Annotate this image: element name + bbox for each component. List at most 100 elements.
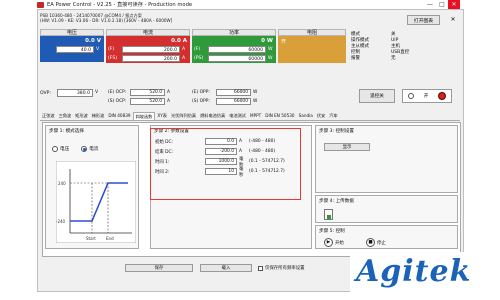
time1-input[interactable]: 1000.0 (205, 158, 237, 165)
close-device-icon[interactable]: ✕ (449, 16, 457, 24)
save-all-freq-checkbox[interactable]: 仅保存所有频率设置 (258, 265, 305, 271)
ovp-unit: V (95, 90, 99, 95)
tab-fuel-cell[interactable]: 燃料电池仿真 (198, 112, 227, 120)
remote-off-button[interactable]: 遥控关 (359, 89, 395, 103)
voltage-actual-unit: V (96, 37, 101, 44)
tab-battery-test[interactable]: 电池测试 (227, 112, 248, 120)
current-header: 电流 (106, 29, 190, 36)
param-row-start-dc: 初始 DC: 0.0 A (-480 - 480) (155, 138, 287, 145)
tab-sine[interactable]: 正弦波 (40, 112, 57, 120)
tab-sandia[interactable]: Sandia (297, 112, 315, 120)
checkbox-icon[interactable] (258, 265, 263, 271)
minimize-button[interactable]: — (424, 0, 436, 9)
start-control[interactable]: ▶ 开始 (324, 238, 344, 247)
power-sink-unit: W (268, 56, 273, 61)
load-button[interactable]: 载入 (200, 264, 252, 272)
power-source-input[interactable]: 60000 (208, 46, 266, 53)
param-row-time1: 时间 1: 1000.0 毫秒 (0.1 - 574712.7) (155, 157, 287, 168)
s-opp-unit: W (253, 99, 258, 104)
param-range: (-480 - 480) (249, 149, 276, 154)
start-dc-input[interactable]: 0.0 (205, 138, 237, 145)
stop-label: 停止 (377, 240, 386, 246)
power-sink-row: (PS) 60000 W (192, 54, 276, 63)
radio-selected-icon[interactable] (81, 146, 88, 152)
parameter-highlight-box: 初始 DC: 0.0 A (-480 - 480) 结束 DC: -200.0 … (150, 128, 301, 200)
power-actual-value: 0 (261, 37, 265, 44)
current-sink-row: (FS) 200.0 A (106, 54, 190, 63)
current-actual-unit: A (182, 37, 187, 44)
upload-file-icon[interactable] (324, 209, 333, 220)
output-toggle[interactable]: 开 (402, 89, 452, 103)
close-window-button[interactable]: ✕ (448, 0, 460, 9)
play-icon[interactable]: ▶ (324, 238, 333, 247)
voltage-mode-radio[interactable]: 电压 (52, 146, 69, 152)
resistance-header: 电阻 (278, 29, 346, 36)
stop-control[interactable]: ■ 停止 (366, 238, 386, 247)
param-label: 时间 2: (155, 169, 170, 175)
current-actual: 0.0 A (106, 36, 190, 45)
voltage-set-row: 40.0 V (40, 45, 104, 54)
power-sink-input[interactable]: 60000 (208, 55, 266, 62)
s-opp-label: (S) OPP: (192, 99, 210, 104)
power-actual-unit: W (266, 37, 273, 44)
param-range: (0.1 - 574712.7) (249, 169, 285, 174)
voltage-meter: 电压 0.0 V 40.0 V (40, 29, 104, 62)
save-button[interactable]: 保存 (125, 264, 193, 272)
step5-panel: 步骤 5: 控制 ▶ 开始 ■ 停止 (315, 225, 458, 249)
output-status-icon (438, 92, 447, 100)
step4-title: 步骤 4: 上传数据 (319, 199, 354, 204)
s-opp-input[interactable]: 66000 (216, 98, 251, 105)
e-opp-label: (E) OPP: (192, 90, 210, 95)
ovp-input[interactable]: 380.0 (57, 89, 93, 97)
tab-pv-simulation[interactable]: 光伏阵列仿真 (169, 112, 198, 120)
tab-trapezoid[interactable]: 梯形波 (90, 112, 107, 120)
stop-icon[interactable]: ■ (366, 238, 375, 247)
diagram-ymax-label: 240 (58, 181, 66, 186)
output-off-radio-icon[interactable] (407, 93, 414, 99)
show-button[interactable]: 显示 (324, 143, 370, 151)
param-row-end-dc: 结束 DC: -200.0 A (-480 - 480) (155, 148, 287, 155)
output-on-label: 开 (423, 94, 429, 99)
power-sink-label: (PS) (194, 56, 204, 61)
voltage-set-unit: V (96, 47, 100, 52)
radio-icon[interactable] (52, 146, 58, 152)
voltage-set-input[interactable]: 40.0 (56, 46, 94, 53)
tab-din-40839[interactable]: DIN 40839 (106, 112, 132, 120)
resistance-meter: 电阻 开 (278, 29, 346, 63)
param-label: 初始 DC: (155, 139, 174, 145)
tab-iv[interactable]: 伏安 (315, 112, 327, 120)
e-ocp-unit: A (167, 90, 171, 95)
e-opp-input[interactable]: 66000 (216, 89, 251, 96)
step3-title: 步骤 3: 控制设置 (319, 129, 354, 134)
voltage-actual: 0.0 V (40, 36, 104, 45)
current-source-input[interactable]: 200.0 (122, 46, 180, 53)
e-ocp-input[interactable]: 520.0 (130, 89, 165, 96)
param-label: 结束 DC: (155, 149, 174, 155)
tab-rectangle[interactable]: 矩形波 (73, 112, 90, 120)
maximize-button[interactable]: □ (436, 0, 448, 9)
tab-din-en-50530[interactable]: DIN EN 50530 (263, 112, 296, 120)
resistance-value[interactable]: 开 (278, 36, 346, 63)
end-dc-input[interactable]: -200.0 (205, 148, 237, 155)
tab-xy-table[interactable]: XY表 (155, 112, 169, 120)
tab-triangle[interactable]: 三角波 (57, 112, 74, 120)
current-mode-radio[interactable]: 电流 (81, 146, 98, 152)
tab-automotive[interactable]: 汽车 (327, 112, 339, 120)
s-ocp-input[interactable]: 520.0 (130, 98, 165, 105)
ovp-label: OVP: (40, 91, 51, 96)
open-monitor-button[interactable]: 打开图表 (407, 15, 440, 25)
current-sink-unit: A (182, 56, 186, 61)
time2-input[interactable]: 10 (205, 168, 237, 175)
power-meter: 功率 0 W (F) 60000 W (PS) 60000 W (192, 29, 276, 63)
tab-mppt[interactable]: MPPT (248, 112, 263, 120)
meter-panel: 电压 0.0 V 40.0 V 电流 0.0 A (F) 200.0 A (FS… (40, 29, 348, 85)
function-tabs: 正弦波 三角波 矩形波 梯形波 DIN 40839 斜坡函数 XY表 光伏阵列仿… (40, 112, 460, 121)
current-sink-input[interactable]: 200.0 (122, 55, 180, 62)
main-panel: PSB 10360-480 - 2414070007 @COM4 / 报点方案 … (37, 9, 464, 292)
param-unit: A (239, 139, 243, 144)
tab-ramp[interactable]: 斜坡函数 (132, 112, 156, 120)
power-source-row: (F) 60000 W (192, 45, 276, 54)
current-source-label: (F) (108, 47, 115, 52)
power-header: 功率 (192, 29, 276, 36)
param-unit: A (239, 149, 243, 154)
